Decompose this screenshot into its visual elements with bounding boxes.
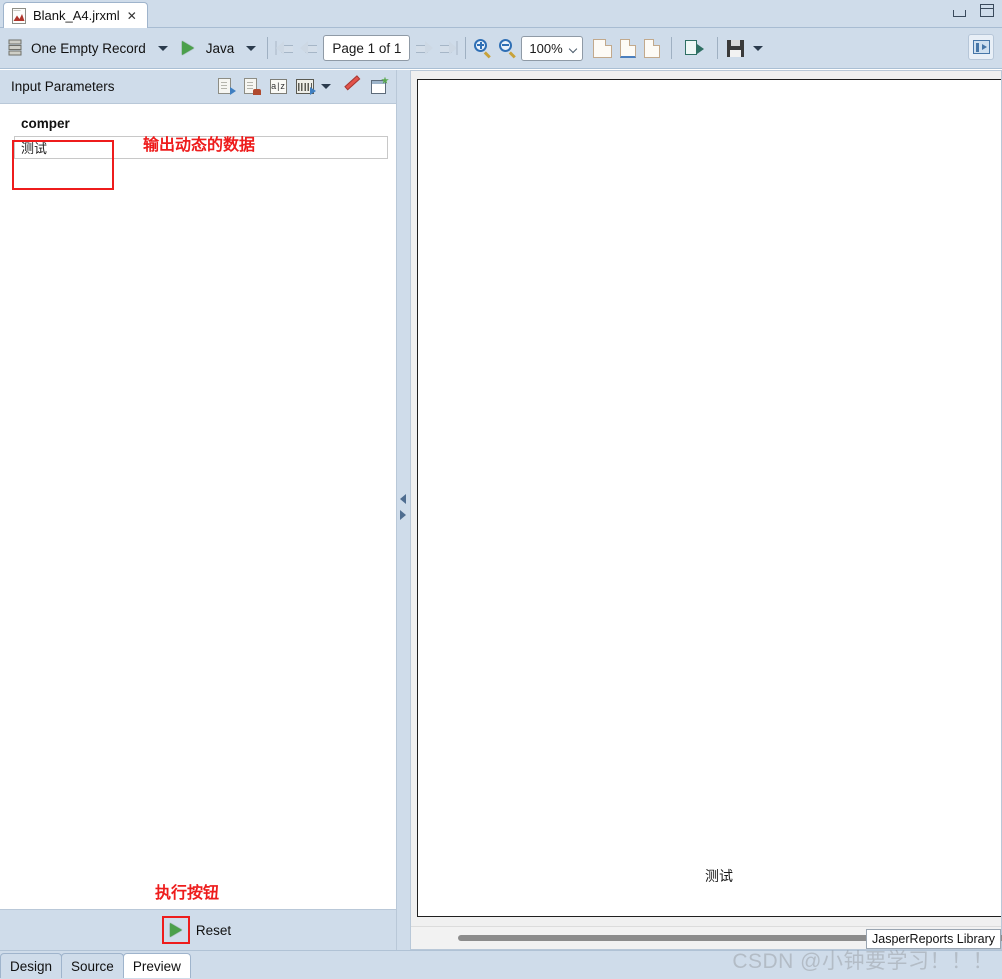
tab-preview[interactable]: Preview xyxy=(122,953,191,978)
reset-icon-wrap[interactable] xyxy=(161,916,190,944)
toolbar-separator xyxy=(465,37,467,59)
panel-title: Input Parameters xyxy=(11,79,115,94)
collapse-left-arrow-icon[interactable] xyxy=(400,494,406,504)
annotation-output-dynamic-data: 输出动态的数据 xyxy=(143,137,256,154)
input-parameters-header: Input Parameters a|z xyxy=(0,70,396,103)
close-icon[interactable]: ✕ xyxy=(127,10,137,22)
fit-page-icon[interactable] xyxy=(644,38,661,58)
minimize-icon[interactable] xyxy=(953,10,966,17)
tab-design[interactable]: Design xyxy=(0,953,63,978)
language-label[interactable]: Java xyxy=(206,41,235,56)
report-page: 测试 xyxy=(417,79,1001,917)
report-preview-panel: 测试 JasperReports Library xyxy=(410,70,1002,950)
language-dropdown-icon[interactable] xyxy=(246,45,257,51)
sort-alphabetically-icon[interactable]: a|z xyxy=(270,79,287,94)
zoom-out-icon[interactable] xyxy=(498,38,517,58)
run-report-icon[interactable] xyxy=(181,41,194,55)
preview-toolbar: One Empty Record Java Page 1 of 1 100% xyxy=(0,28,1002,69)
export-icon[interactable] xyxy=(685,40,705,56)
status-tooltip: JasperReports Library xyxy=(866,929,1001,949)
previous-page-icon[interactable] xyxy=(299,40,319,56)
window-controls xyxy=(953,4,994,17)
document-tab-label: Blank_A4.jrxml xyxy=(33,8,120,23)
expand-right-arrow-icon[interactable] xyxy=(400,510,406,520)
last-page-icon[interactable] xyxy=(438,40,459,56)
prompt-all-parameters-icon[interactable] xyxy=(296,79,316,95)
annotation-execute-button: 执行按钮 xyxy=(155,885,220,902)
actual-size-icon[interactable] xyxy=(593,38,613,58)
toolbar-separator xyxy=(267,37,269,59)
first-page-icon[interactable] xyxy=(275,40,295,56)
fit-width-icon[interactable] xyxy=(620,38,637,58)
input-parameters-panel: Input Parameters a|z comper 测试 Reset xyxy=(0,70,396,950)
save-dropdown-icon[interactable] xyxy=(753,45,764,51)
jaspersoft-studio-window: Blank_A4.jrxml ✕ One Empty Record Java P… xyxy=(0,0,1002,979)
open-in-external-viewer-icon[interactable] xyxy=(968,34,994,60)
reset-button-label[interactable]: Reset xyxy=(196,923,231,938)
toolbar-separator xyxy=(717,37,719,59)
clear-parameters-icon[interactable] xyxy=(344,74,362,96)
report-page-text: 测试 xyxy=(705,870,733,885)
parameters-footer: Reset xyxy=(0,909,396,950)
zoom-level-select[interactable]: 100% xyxy=(521,35,584,61)
save-icon[interactable] xyxy=(727,39,745,57)
maximize-icon[interactable] xyxy=(980,4,994,17)
open-parameters-window-icon[interactable] xyxy=(371,76,389,95)
parameters-list: comper 测试 xyxy=(0,103,396,909)
datasource-dropdown-icon[interactable] xyxy=(157,45,168,51)
next-page-icon[interactable] xyxy=(414,40,434,56)
chevron-down-icon[interactable] xyxy=(321,84,331,89)
load-parameters-icon[interactable] xyxy=(218,78,236,95)
tab-source[interactable]: Source xyxy=(61,953,124,978)
document-tab-blank-a4[interactable]: Blank_A4.jrxml ✕ xyxy=(3,2,148,28)
panel-header-toolbar: a|z xyxy=(218,74,389,96)
chevron-down-icon xyxy=(570,46,578,51)
panel-splitter[interactable] xyxy=(396,70,410,950)
page-number-field[interactable]: Page 1 of 1 xyxy=(323,35,411,61)
annotation-highlight-reset xyxy=(161,916,190,944)
zoom-in-icon[interactable] xyxy=(473,38,492,58)
save-parameters-icon[interactable] xyxy=(244,78,261,95)
titlebar: Blank_A4.jrxml ✕ xyxy=(0,0,1002,28)
toolbar-separator xyxy=(671,37,673,59)
splitter-arrows xyxy=(400,494,406,520)
editor-view-tabs: Design Source Preview xyxy=(0,950,1002,979)
datasource-label[interactable]: One Empty Record xyxy=(31,41,146,56)
preview-canvas[interactable]: 测试 xyxy=(411,71,1001,927)
datasource-icon[interactable] xyxy=(8,33,22,63)
zoom-level-value: 100% xyxy=(529,40,563,56)
jrxml-file-icon xyxy=(12,7,26,24)
